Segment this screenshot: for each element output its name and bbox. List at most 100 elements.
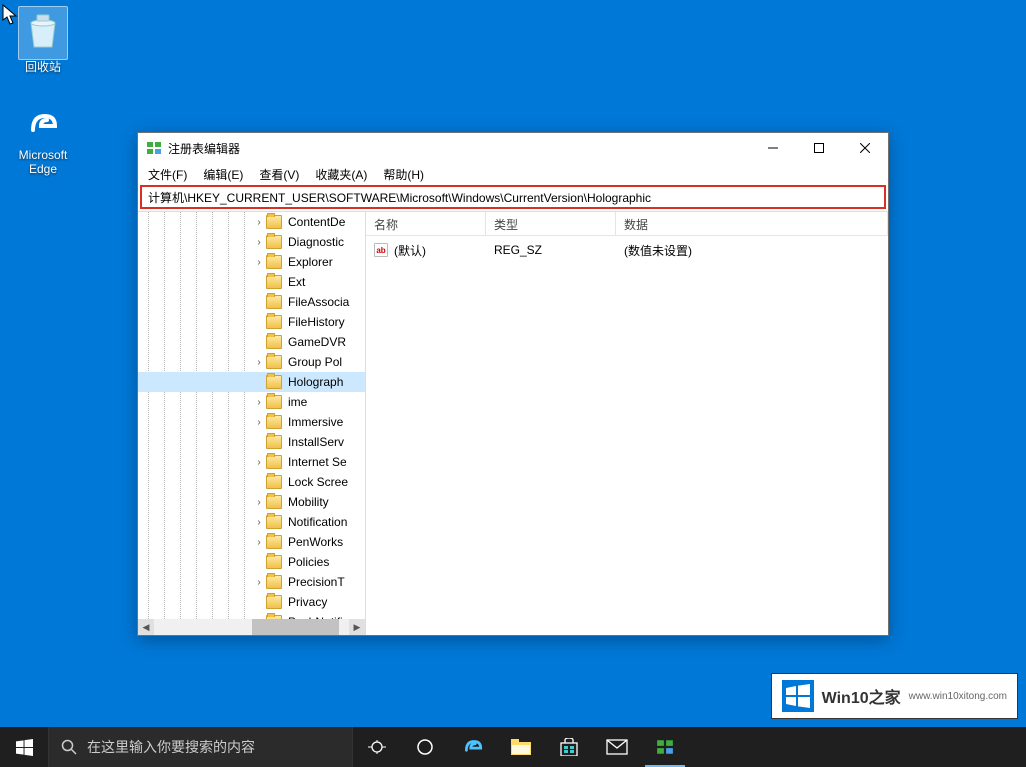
- desktop-icon-edge[interactable]: Microsoft Edge: [6, 104, 80, 177]
- folder-icon: [266, 455, 282, 469]
- tree-item[interactable]: ›Group Pol: [138, 352, 366, 372]
- tree-item[interactable]: › Internet Se: [138, 452, 366, 472]
- regedit-taskbar-icon: [656, 738, 674, 756]
- search-icon: [61, 739, 77, 755]
- taskbar-mail[interactable]: [593, 727, 641, 767]
- tree-item[interactable]: › Lock Scree: [138, 472, 366, 492]
- tree-item[interactable]: › Immersive: [138, 412, 366, 432]
- tree-item[interactable]: › Notification: [138, 512, 366, 532]
- folder-icon: [266, 595, 282, 609]
- taskbar-regedit[interactable]: [641, 727, 689, 767]
- folder-icon: [266, 555, 282, 569]
- tree-pane[interactable]: ›ContentDe›Diagnostic›Explorer›Ext›FileA…: [138, 212, 366, 635]
- menu-view[interactable]: 查看(V): [251, 164, 307, 185]
- minimize-button[interactable]: [750, 133, 796, 163]
- scroll-left-button[interactable]: ◀: [138, 619, 154, 635]
- chevron-icon[interactable]: ›: [252, 217, 266, 228]
- scroll-track[interactable]: [154, 619, 349, 635]
- folder-icon: [266, 255, 282, 269]
- list-row[interactable]: ab(默认)REG_SZ(数值未设置): [366, 240, 888, 260]
- search-placeholder: 在这里输入你要搜索的内容: [87, 737, 255, 757]
- maximize-button[interactable]: [796, 133, 842, 163]
- tree-item[interactable]: ›Privacy: [138, 592, 366, 612]
- tree-item-label: Privacy: [286, 595, 329, 609]
- tree-item[interactable]: ›ime: [138, 392, 366, 412]
- menu-favorites[interactable]: 收藏夹(A): [307, 164, 375, 185]
- cell-name: ab(默认): [366, 242, 486, 259]
- chevron-icon: ›: [252, 437, 266, 448]
- menubar: 文件(F) 编辑(E) 查看(V) 收藏夹(A) 帮助(H): [138, 163, 888, 185]
- chevron-icon[interactable]: ›: [252, 517, 266, 528]
- taskbar-search[interactable]: 在这里输入你要搜索的内容: [48, 727, 353, 767]
- list-pane[interactable]: 名称 类型 数据 ab(默认)REG_SZ(数值未设置): [366, 212, 888, 635]
- chevron-icon[interactable]: ›: [252, 577, 266, 588]
- address-bar[interactable]: 计算机\HKEY_CURRENT_USER\SOFTWARE\Microsoft…: [140, 185, 886, 209]
- tree-item[interactable]: ›GameDVR: [138, 332, 366, 352]
- chevron-icon: ›: [252, 557, 266, 568]
- scroll-thumb[interactable]: [252, 619, 340, 635]
- start-button[interactable]: [0, 727, 48, 767]
- tree-horizontal-scrollbar[interactable]: ◀ ▶: [138, 619, 365, 635]
- tree-item-label: InstallServ: [286, 435, 346, 449]
- tree-item[interactable]: › InstallServ: [138, 432, 366, 452]
- folder-icon: [266, 375, 282, 389]
- col-data[interactable]: 数据: [616, 212, 888, 235]
- folder-icon: [266, 395, 282, 409]
- tree-item-label: Ext: [286, 275, 307, 289]
- tree-item[interactable]: ›PrecisionT: [138, 572, 366, 592]
- tree-item[interactable]: ›Explorer: [138, 252, 366, 272]
- chevron-icon: ›: [252, 477, 266, 488]
- tree-item[interactable]: ›Policies: [138, 552, 366, 572]
- tree-item[interactable]: ›Mobility: [138, 492, 366, 512]
- edge-icon: [23, 104, 63, 144]
- chevron-icon[interactable]: ›: [252, 397, 266, 408]
- folder-icon: [266, 515, 282, 529]
- menu-help[interactable]: 帮助(H): [375, 164, 432, 185]
- menu-edit[interactable]: 编辑(E): [195, 164, 251, 185]
- edge-label: Microsoft Edge: [19, 148, 68, 177]
- tree-item-label: Lock Scree: [286, 475, 350, 489]
- system-tray[interactable]: [1020, 727, 1026, 767]
- cursor-icon: [2, 4, 20, 26]
- tree-item[interactable]: ›PenWorks: [138, 532, 366, 552]
- cell-type: REG_SZ: [486, 243, 616, 257]
- task-view-button[interactable]: [353, 727, 401, 767]
- chevron-icon[interactable]: ›: [252, 457, 266, 468]
- chevron-icon[interactable]: ›: [252, 417, 266, 428]
- taskbar-store[interactable]: [545, 727, 593, 767]
- edge-taskbar-icon: [462, 736, 484, 758]
- chevron-icon[interactable]: ›: [252, 237, 266, 248]
- menu-file[interactable]: 文件(F): [140, 164, 195, 185]
- scroll-right-button[interactable]: ▶: [349, 619, 365, 635]
- folder-icon: [266, 435, 282, 449]
- watermark: Win10之家 www.win10xitong.com: [771, 673, 1018, 719]
- watermark-title: Win10之家: [822, 684, 901, 708]
- col-type[interactable]: 类型: [486, 212, 616, 235]
- taskbar-edge[interactable]: [449, 727, 497, 767]
- tree-item[interactable]: ›Ext: [138, 272, 366, 292]
- tree-item-label: Immersive: [286, 415, 345, 429]
- chevron-icon: ›: [252, 317, 266, 328]
- taskbar-cortana[interactable]: [401, 727, 449, 767]
- chevron-icon[interactable]: ›: [252, 537, 266, 548]
- tree-item-label: Internet Se: [286, 455, 349, 469]
- folder-icon: [266, 295, 282, 309]
- col-name[interactable]: 名称: [366, 212, 486, 235]
- address-text: 计算机\HKEY_CURRENT_USER\SOFTWARE\Microsoft…: [148, 189, 651, 206]
- taskbar-explorer[interactable]: [497, 727, 545, 767]
- folder-icon: [266, 335, 282, 349]
- tree-item[interactable]: ›FileHistory: [138, 312, 366, 332]
- titlebar[interactable]: 注册表编辑器: [138, 133, 888, 163]
- reg-sz-icon: ab: [374, 243, 388, 257]
- close-button[interactable]: [842, 133, 888, 163]
- tree-item-label: ContentDe: [286, 215, 347, 229]
- tree-item[interactable]: › ContentDe: [138, 212, 366, 232]
- regedit-icon: [146, 140, 162, 156]
- tree-item[interactable]: ›Diagnostic: [138, 232, 366, 252]
- chevron-icon[interactable]: ›: [252, 497, 266, 508]
- tree-item[interactable]: ›FileAssocia: [138, 292, 366, 312]
- chevron-icon[interactable]: ›: [252, 257, 266, 268]
- tree-item-label: Notification: [286, 515, 349, 529]
- tree-item[interactable]: ›Holograph: [138, 372, 366, 392]
- chevron-icon[interactable]: ›: [252, 357, 266, 368]
